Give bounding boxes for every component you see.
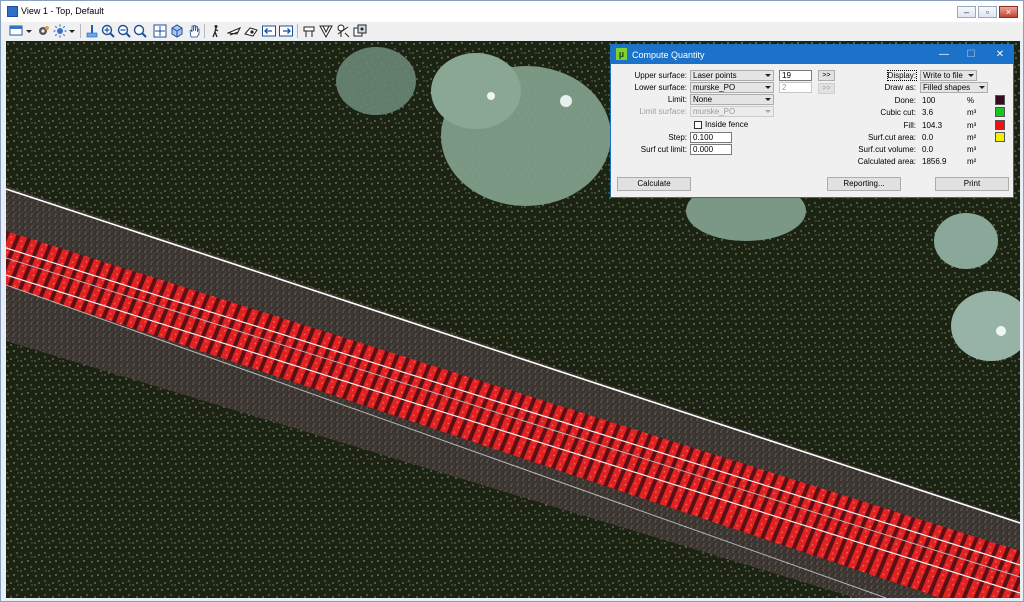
done-color-swatch[interactable] xyxy=(995,95,1005,105)
minimize-button[interactable]: – xyxy=(957,6,976,18)
print-button[interactable]: Print xyxy=(935,177,1009,191)
done-value: 100 xyxy=(922,96,936,105)
dialog-minimize-button[interactable]: — xyxy=(936,48,952,61)
cubic-cut-unit: m³ xyxy=(967,108,977,117)
surf-cut-area-color-swatch[interactable] xyxy=(995,132,1005,142)
zoom-in-icon[interactable] xyxy=(100,23,115,38)
limit-surface-label: Limit surface: xyxy=(639,107,687,116)
compute-quantity-dialog: µ Compute Quantity — ☐ ✕ Upper surface: … xyxy=(610,44,1014,198)
previous-view-icon[interactable] xyxy=(261,23,276,38)
dialog-body: Upper surface: Lower surface: Limit: Lim… xyxy=(611,64,1013,197)
dropdown-arrow-icon[interactable] xyxy=(25,23,33,38)
fill-label: Fill: xyxy=(903,121,916,130)
chevron-down-icon xyxy=(765,98,771,101)
limit-label: Limit: xyxy=(667,95,687,104)
view-settings-icon[interactable] xyxy=(335,23,350,38)
draw-as-select[interactable]: Filled shapes xyxy=(920,82,988,93)
step-label: Step: xyxy=(668,133,687,142)
cubic-cut-color-swatch[interactable] xyxy=(995,107,1005,117)
view-title: View 1 - Top, Default xyxy=(21,6,104,16)
surf-cut-area-label: Surf.cut area: xyxy=(867,133,916,142)
view-window-icon xyxy=(7,6,18,17)
zoom-out-icon[interactable] xyxy=(116,23,131,38)
fill-unit: m³ xyxy=(967,121,977,130)
settings-icon[interactable] xyxy=(35,23,50,38)
inside-fence-checkbox[interactable] xyxy=(694,121,702,129)
surf-cut-area-unit: m² xyxy=(967,133,977,142)
step-field[interactable]: 0.100 xyxy=(690,132,732,143)
chevron-down-icon xyxy=(765,74,771,77)
limit-surface-value: murske_PO xyxy=(693,107,736,116)
toolbar-separator xyxy=(204,24,205,38)
upper-surface-select[interactable]: Laser points xyxy=(690,70,774,81)
view-options-icon[interactable] xyxy=(7,23,25,38)
chevron-down-icon xyxy=(765,86,771,89)
chevron-down-icon xyxy=(968,74,974,77)
clip-mask-icon[interactable] xyxy=(318,23,333,38)
fill-color-swatch[interactable] xyxy=(995,120,1005,130)
lower-surface-select[interactable]: murske_PO xyxy=(690,82,774,93)
pan-icon[interactable] xyxy=(152,23,167,38)
display-label: Display: xyxy=(886,70,918,81)
limit-surface-select[interactable]: murske_PO xyxy=(690,106,774,117)
view-toolbar xyxy=(1,22,1023,40)
display-select[interactable]: Write to file xyxy=(920,70,977,81)
calculate-button[interactable]: Calculate xyxy=(617,177,691,191)
chevron-down-icon xyxy=(765,110,771,113)
surf-cut-area-value: 0.0 xyxy=(922,133,934,142)
lower-class-field[interactable]: 2 xyxy=(779,82,812,93)
draw-as-value: Filled shapes xyxy=(923,83,971,92)
camera-icon[interactable] xyxy=(243,23,258,38)
draw-as-label: Draw as: xyxy=(884,83,916,92)
dialog-titlebar[interactable]: µ Compute Quantity — ☐ ✕ xyxy=(611,45,1013,64)
cubic-cut-label: Cubic cut: xyxy=(880,108,916,117)
surf-cut-limit-field[interactable]: 0.000 xyxy=(690,144,732,155)
dropdown-arrow-icon[interactable] xyxy=(68,23,76,38)
upper-class-field[interactable]: 19 xyxy=(779,70,812,81)
walk-icon[interactable] xyxy=(208,23,223,38)
upper-surface-value: Laser points xyxy=(693,71,737,80)
app-icon: µ xyxy=(616,48,627,60)
rotate-view-icon[interactable] xyxy=(169,23,184,38)
fill-value: 104.3 xyxy=(922,121,943,130)
surf-cut-volume-value: 0.0 xyxy=(922,145,934,154)
close-button[interactable]: × xyxy=(999,6,1018,18)
surf-cut-limit-label: Surf cut limit: xyxy=(640,145,687,154)
update-icon[interactable] xyxy=(84,23,99,38)
view-titlebar[interactable]: View 1 - Top, Default – ▫ × xyxy=(1,1,1023,22)
fly-icon[interactable] xyxy=(226,23,241,38)
dialog-maximize-button[interactable]: ☐ xyxy=(963,48,979,61)
chevron-down-icon xyxy=(979,86,985,89)
reporting-button[interactable]: Reporting... xyxy=(827,177,901,191)
display-value: Write to file xyxy=(923,71,963,80)
toolbar-separator xyxy=(297,24,298,38)
lower-class-picker-button[interactable]: >> xyxy=(818,83,835,94)
cubic-cut-value: 3.6 xyxy=(922,108,934,117)
done-unit: % xyxy=(967,96,975,105)
calculated-area-label: Calculated area: xyxy=(857,157,916,166)
dialog-title: Compute Quantity xyxy=(632,50,705,60)
upper-class-picker-button[interactable]: >> xyxy=(818,70,835,81)
lower-surface-label: Lower surface: xyxy=(634,83,687,92)
calculated-area-unit: m² xyxy=(967,157,977,166)
copy-view-icon[interactable] xyxy=(352,23,367,38)
dialog-close-button[interactable]: ✕ xyxy=(992,48,1008,61)
next-view-icon[interactable] xyxy=(278,23,293,38)
upper-surface-label: Upper surface: xyxy=(634,71,687,80)
toolbar-separator xyxy=(80,24,81,38)
limit-value: None xyxy=(693,95,713,104)
calculated-area-value: 1856.9 xyxy=(922,157,947,166)
inside-fence-label: Inside fence xyxy=(705,120,749,129)
surf-cut-volume-label: Surf.cut volume: xyxy=(858,145,916,154)
brightness-icon[interactable] xyxy=(52,23,67,38)
hand-icon[interactable] xyxy=(186,23,201,38)
done-label: Done: xyxy=(894,96,916,105)
clip-volume-icon[interactable] xyxy=(301,23,316,38)
surf-cut-volume-unit: m³ xyxy=(967,145,977,154)
lower-surface-value: murske_PO xyxy=(693,83,736,92)
maximize-button[interactable]: ▫ xyxy=(978,6,997,18)
fit-view-icon[interactable] xyxy=(132,23,147,38)
limit-select[interactable]: None xyxy=(690,94,774,105)
